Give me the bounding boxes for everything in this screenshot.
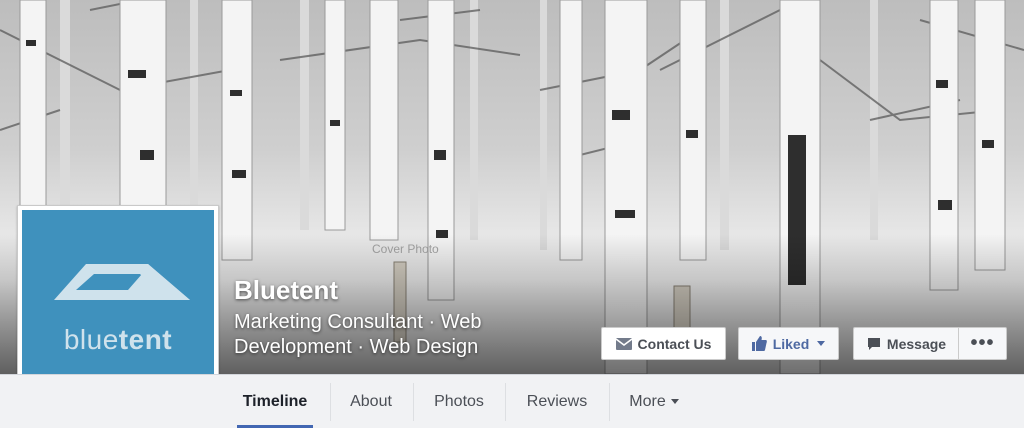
contact-us-label: Contact Us bbox=[637, 335, 712, 352]
logo-wordmark: bluetent bbox=[63, 324, 173, 355]
speech-bubble-icon bbox=[867, 337, 881, 351]
tab-timeline-label: Timeline bbox=[242, 392, 308, 410]
tent-logo-icon bbox=[54, 264, 190, 300]
nav-divider bbox=[330, 383, 331, 421]
cover-photo-hint: Cover Photo bbox=[372, 242, 439, 256]
page-nav-bar: Timeline About Photos Reviews More bbox=[0, 374, 1024, 428]
nav-divider bbox=[413, 383, 414, 421]
liked-button[interactable]: Liked bbox=[738, 327, 839, 360]
chevron-down-icon bbox=[817, 341, 826, 346]
tab-about-label: About bbox=[350, 392, 392, 410]
message-button[interactable]: Message bbox=[853, 327, 959, 360]
tab-reviews-label: Reviews bbox=[526, 392, 588, 410]
tab-more[interactable]: More bbox=[614, 375, 694, 428]
chevron-down-icon bbox=[670, 399, 679, 404]
tab-more-label: More bbox=[629, 392, 666, 410]
tab-photos[interactable]: Photos bbox=[418, 375, 500, 428]
contact-us-button[interactable]: Contact Us bbox=[601, 327, 726, 360]
tab-reviews[interactable]: Reviews bbox=[510, 375, 604, 428]
nav-divider bbox=[609, 383, 610, 421]
tab-timeline[interactable]: Timeline bbox=[237, 375, 313, 428]
thumbs-up-icon bbox=[751, 336, 767, 351]
envelope-icon bbox=[615, 337, 632, 350]
page-category: Marketing Consultant · Web Development ·… bbox=[234, 311, 482, 358]
tab-about[interactable]: About bbox=[335, 375, 407, 428]
more-options-button[interactable]: ••• bbox=[958, 327, 1007, 360]
more-dots-icon: ••• bbox=[970, 332, 995, 354]
message-label: Message bbox=[886, 335, 947, 352]
liked-label: Liked bbox=[772, 335, 810, 352]
tab-photos-label: Photos bbox=[434, 392, 484, 410]
nav-divider bbox=[505, 383, 506, 421]
page-name[interactable]: Bluetent bbox=[234, 275, 338, 306]
